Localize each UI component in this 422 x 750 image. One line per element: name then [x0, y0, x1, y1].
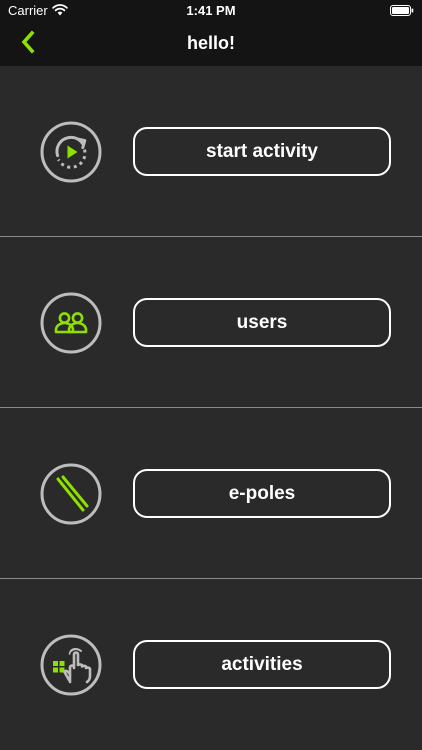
status-bar: Carrier 1:41 PM — [0, 0, 422, 22]
activities-icon — [40, 634, 102, 696]
page-title: hello! — [187, 33, 235, 53]
activities-button[interactable]: activities — [133, 640, 391, 689]
menu-row-users: users — [0, 237, 422, 408]
menu-row-e-poles: e-poles — [0, 408, 422, 579]
e-poles-icon — [40, 463, 102, 525]
start-activity-icon — [40, 121, 102, 183]
navigation-bar: hello! — [0, 22, 422, 66]
start-activity-button[interactable]: start activity — [133, 127, 391, 176]
e-poles-button[interactable]: e-poles — [133, 469, 391, 518]
users-button[interactable]: users — [133, 298, 391, 347]
app-screen: Carrier 1:41 PM hello! start activity us… — [0, 0, 422, 750]
menu-row-activities: activities — [0, 579, 422, 749]
battery-icon — [390, 5, 414, 16]
menu-row-start-activity: start activity — [0, 66, 422, 237]
menu-list: start activity users e-poles activities — [0, 66, 422, 750]
users-icon — [40, 292, 102, 354]
status-time: 1:41 PM — [186, 3, 236, 18]
